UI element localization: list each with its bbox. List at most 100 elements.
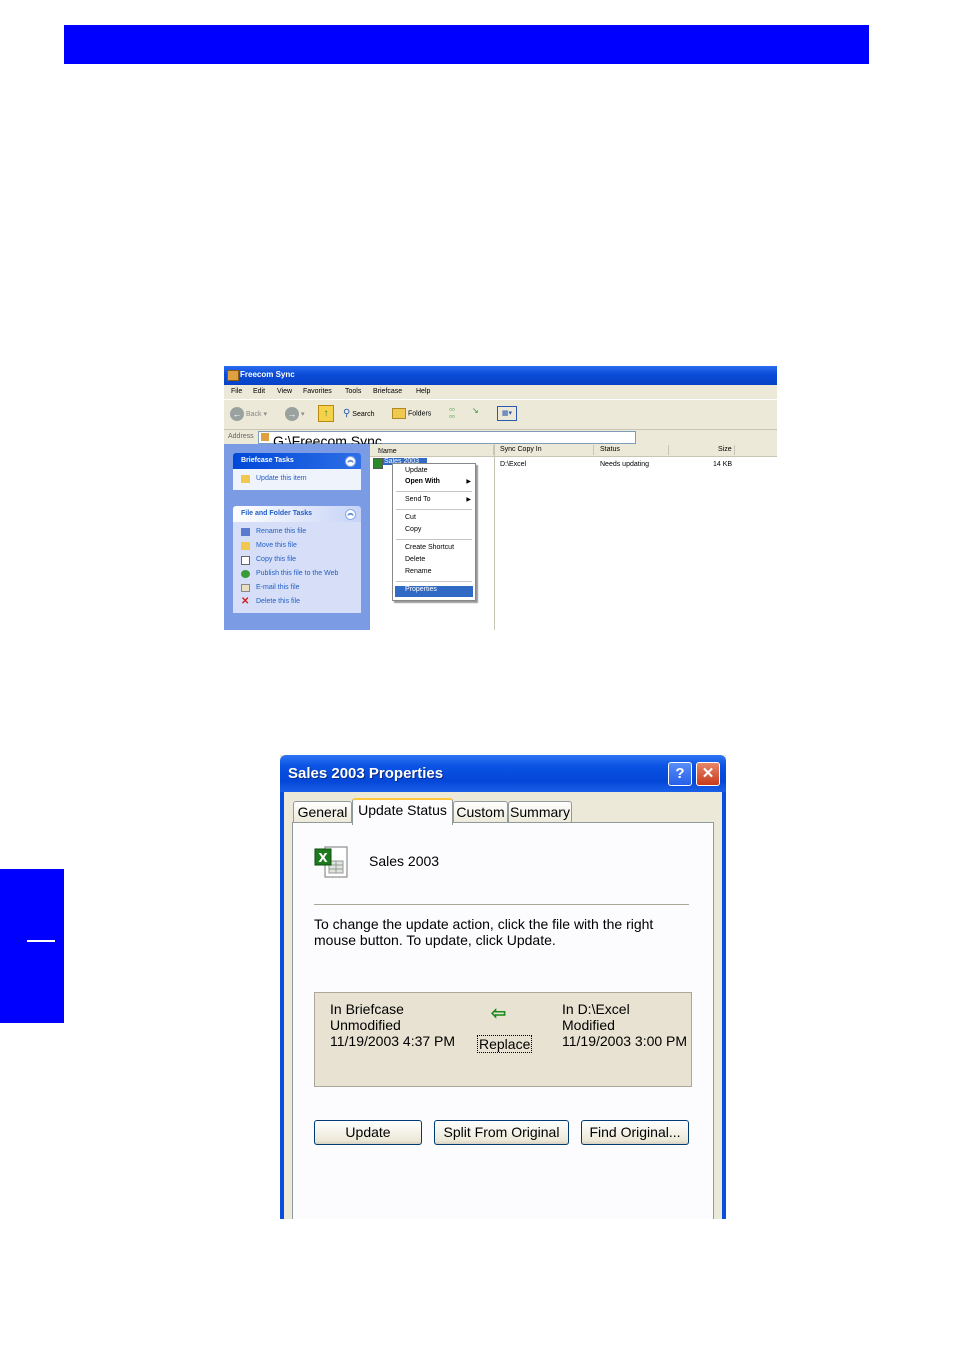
task-publish[interactable]: Publish this file to the Web [241, 567, 361, 581]
search-icon: ⚲ [343, 408, 351, 419]
explorer-title-bar: Freecom Sync [224, 366, 777, 385]
task-move[interactable]: Move this file [241, 539, 361, 553]
tab-custom[interactable]: Custom [453, 801, 508, 823]
side-chapter-tab [0, 869, 64, 1023]
address-label: Address [228, 433, 254, 440]
briefcase-tasks-header[interactable]: Briefcase Tasks ︽ [233, 453, 361, 469]
menu-edit[interactable]: Edit [253, 388, 265, 395]
dialog-border-right [722, 792, 726, 1219]
replace-action[interactable]: Replace [477, 1035, 533, 1053]
menu-view[interactable]: View [277, 388, 292, 395]
views-icon[interactable]: ▦▾ [497, 406, 517, 421]
ctx-copy[interactable]: Copy [405, 526, 421, 533]
original-status: In D:\Excel Modified 11/19/2003 3:00 PM [562, 1001, 687, 1049]
back-label: Back [245, 410, 262, 418]
explorer-title: Freecom Sync [240, 370, 295, 379]
move-icon [241, 542, 250, 550]
back-button[interactable]: ← Back ▾ [230, 407, 267, 421]
folder-icon [392, 408, 406, 419]
dialog-title: Sales 2003 Properties [288, 765, 444, 782]
column-headers: Name ▲ Sync Copy In Status Size [370, 444, 777, 457]
briefcase-icon [227, 370, 239, 381]
ctx-delete[interactable]: Delete [405, 556, 425, 563]
folders-button[interactable]: Folders [392, 408, 431, 419]
ctx-rename[interactable]: Rename [405, 568, 431, 575]
search-button[interactable]: ⚲ Search [343, 408, 374, 419]
ctx-update[interactable]: Update [405, 467, 428, 474]
split-from-original-button[interactable]: Split From Original [434, 1120, 569, 1145]
sync-status-box: In Briefcase Unmodified 11/19/2003 4:37 … [314, 992, 692, 1087]
ctx-open-with[interactable]: Open With [405, 478, 440, 485]
ctx-create-shortcut[interactable]: Create Shortcut [405, 544, 454, 551]
split-icon[interactable]: ↘ [472, 406, 488, 420]
forward-arrow-icon: → [285, 407, 299, 421]
menu-tools[interactable]: Tools [345, 388, 361, 395]
ctx-properties[interactable]: Properties [405, 586, 437, 593]
sync-icon[interactable]: ▫▫ ▫▫ [449, 406, 465, 421]
up-folder-icon[interactable]: ↑ [318, 405, 334, 422]
back-arrow-icon: ← [230, 407, 244, 421]
submenu-arrow-icon: ▶ [466, 479, 471, 485]
col-status[interactable]: Status [600, 446, 620, 453]
dialog-border-left [280, 792, 284, 1219]
menu-file[interactable]: File [231, 388, 242, 395]
task-label: E-mail this file [256, 584, 300, 591]
task-pane: Briefcase Tasks ︽ Update this item File … [224, 444, 370, 630]
properties-dialog: Sales 2003 Properties ? ✕ General Update… [280, 755, 726, 1219]
file-folder-tasks-pane: File and Folder Tasks ︽ Rename this file… [233, 506, 361, 613]
help-button[interactable]: ? [668, 762, 692, 786]
briefcase-tasks-body: Update this item [233, 469, 361, 490]
col-size[interactable]: Size [718, 446, 732, 453]
tab-summary[interactable]: Summary [508, 801, 572, 823]
collapse-icon[interactable]: ︽ [345, 509, 356, 520]
task-rename[interactable]: Rename this file [241, 525, 361, 539]
file-sync-copy-in: D:\Excel [500, 461, 527, 468]
excel-file-icon [373, 458, 383, 469]
menu-briefcase[interactable]: Briefcase [373, 388, 402, 395]
ctx-cut[interactable]: Cut [405, 514, 416, 521]
task-label: Update this item [256, 475, 307, 482]
explorer-toolbar: ← Back ▾ → ▾ ↑ ⚲ Search Folders ▫▫ ▫▫ ↘ ▦… [224, 399, 777, 430]
briefcase-status: In Briefcase Unmodified 11/19/2003 4:37 … [330, 1001, 455, 1049]
update-button[interactable]: Update [314, 1120, 422, 1145]
file-name-label: Sales 2003 [369, 853, 440, 869]
original-date: 11/19/2003 3:00 PM [562, 1033, 688, 1049]
tab-update-status[interactable]: Update Status [352, 798, 453, 825]
address-input[interactable]: G:\Freecom Sync [258, 431, 636, 449]
file-folder-tasks-title: File and Folder Tasks [241, 510, 313, 517]
col-sync-copy-in[interactable]: Sync Copy In [500, 446, 542, 453]
briefcase-date: 11/19/2003 4:37 PM [330, 1033, 456, 1049]
task-email[interactable]: E-mail this file [241, 581, 361, 595]
email-icon [241, 584, 250, 592]
find-original-button[interactable]: Find Original... [581, 1120, 689, 1145]
task-delete[interactable]: ✕ Delete this file [241, 595, 361, 609]
file-folder-tasks-header[interactable]: File and Folder Tasks ︽ [233, 506, 361, 522]
briefcase-small-icon [261, 433, 269, 441]
forward-button[interactable]: → ▾ [285, 407, 304, 421]
header-bar [64, 25, 869, 64]
divider [494, 444, 495, 630]
update-status-panel: X Sales 2003 To change the update action… [292, 822, 714, 1219]
original-location: In D:\Excel [562, 1001, 630, 1017]
excel-file-icon: X [313, 843, 349, 879]
file-folder-tasks-body: Rename this file Move this file Copy thi… [233, 522, 361, 613]
context-menu: Update Open With ▶ Send To ▶ Cut Copy Cr… [392, 463, 476, 601]
close-button[interactable]: ✕ [696, 762, 720, 786]
task-update-item[interactable]: Update this item [241, 472, 361, 486]
original-state: Modified [562, 1017, 615, 1033]
globe-icon [241, 570, 250, 578]
search-label: Search [352, 411, 375, 418]
svg-text:X: X [318, 851, 328, 865]
task-label: Delete this file [256, 598, 300, 605]
collapse-icon[interactable]: ︽ [345, 456, 356, 467]
menu-help[interactable]: Help [416, 388, 430, 395]
explorer-menu-bar: File Edit View Favorites Tools Briefcase… [224, 385, 777, 399]
left-arrow-icon: ⇦ [491, 1003, 507, 1023]
task-label: Move this file [256, 542, 297, 549]
ctx-send-to[interactable]: Send To [405, 496, 431, 503]
task-copy[interactable]: Copy this file [241, 553, 361, 567]
submenu-arrow-icon: ▶ [466, 497, 471, 503]
folders-label: Folders [407, 410, 432, 418]
tab-general[interactable]: General [293, 801, 352, 823]
menu-favorites[interactable]: Favorites [303, 388, 332, 395]
